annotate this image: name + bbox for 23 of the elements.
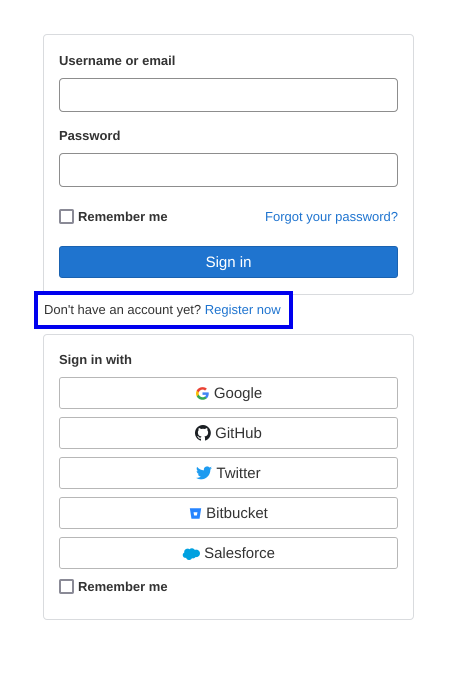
section-title: Sign in with xyxy=(59,352,133,367)
checkbox-label: Remember me xyxy=(78,209,168,224)
field-label: Password xyxy=(59,128,122,143)
register-prompt: Don't have an account yet? Register now xyxy=(44,302,281,317)
register-link[interactable]: Register now xyxy=(204,302,281,317)
field-label: Username or email xyxy=(59,53,176,68)
checkbox-label: Remember me xyxy=(78,579,168,594)
forgot-password-link[interactable]: Forgot your password? xyxy=(265,209,398,224)
cloud-icon xyxy=(182,546,200,560)
checkbox[interactable] xyxy=(59,579,74,594)
input-field[interactable] xyxy=(59,153,398,187)
bucket-icon xyxy=(189,506,202,520)
google-g-icon xyxy=(194,386,210,400)
checkbox[interactable] xyxy=(59,209,74,224)
provider-button[interactable]: Google xyxy=(59,377,398,409)
sign-in-button[interactable]: Sign in xyxy=(59,246,398,278)
provider-button[interactable]: Twitter xyxy=(59,457,398,489)
cat-silhouette-icon xyxy=(195,425,212,441)
provider-button[interactable]: Bitbucket xyxy=(59,497,398,529)
bird-icon xyxy=(196,466,212,480)
provider-button[interactable]: Salesforce xyxy=(59,537,398,569)
provider-button[interactable]: GitHub xyxy=(59,417,398,449)
input-field[interactable] xyxy=(59,78,398,112)
